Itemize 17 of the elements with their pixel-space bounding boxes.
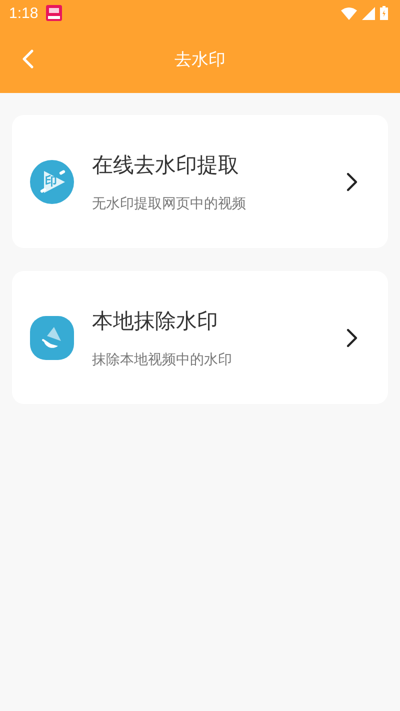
app-notification-icon	[46, 5, 62, 21]
battery-icon	[380, 6, 388, 20]
option-card[interactable]: 本地抹除水印 抹除本地视频中的水印	[12, 271, 388, 404]
status-time: 1:18	[9, 4, 38, 22]
signal-icon	[362, 6, 375, 20]
card-title: 在线去水印提取	[92, 152, 240, 178]
page-title: 去水印	[174, 49, 226, 71]
card-title: 本地抹除水印	[92, 308, 219, 334]
chevron-right-icon	[346, 328, 358, 348]
card-subtitle: 抹除本地视频中的水印	[92, 350, 233, 368]
chevron-right-icon	[346, 172, 358, 192]
icon-label: 印	[45, 173, 57, 190]
card-subtitle: 无水印提取网页中的视频	[92, 194, 247, 212]
back-icon[interactable]	[22, 49, 34, 69]
eraser-icon	[30, 316, 74, 360]
option-card[interactable]: 印 在线去水印提取 无水印提取网页中的视频	[12, 115, 388, 248]
wifi-icon	[341, 6, 357, 20]
